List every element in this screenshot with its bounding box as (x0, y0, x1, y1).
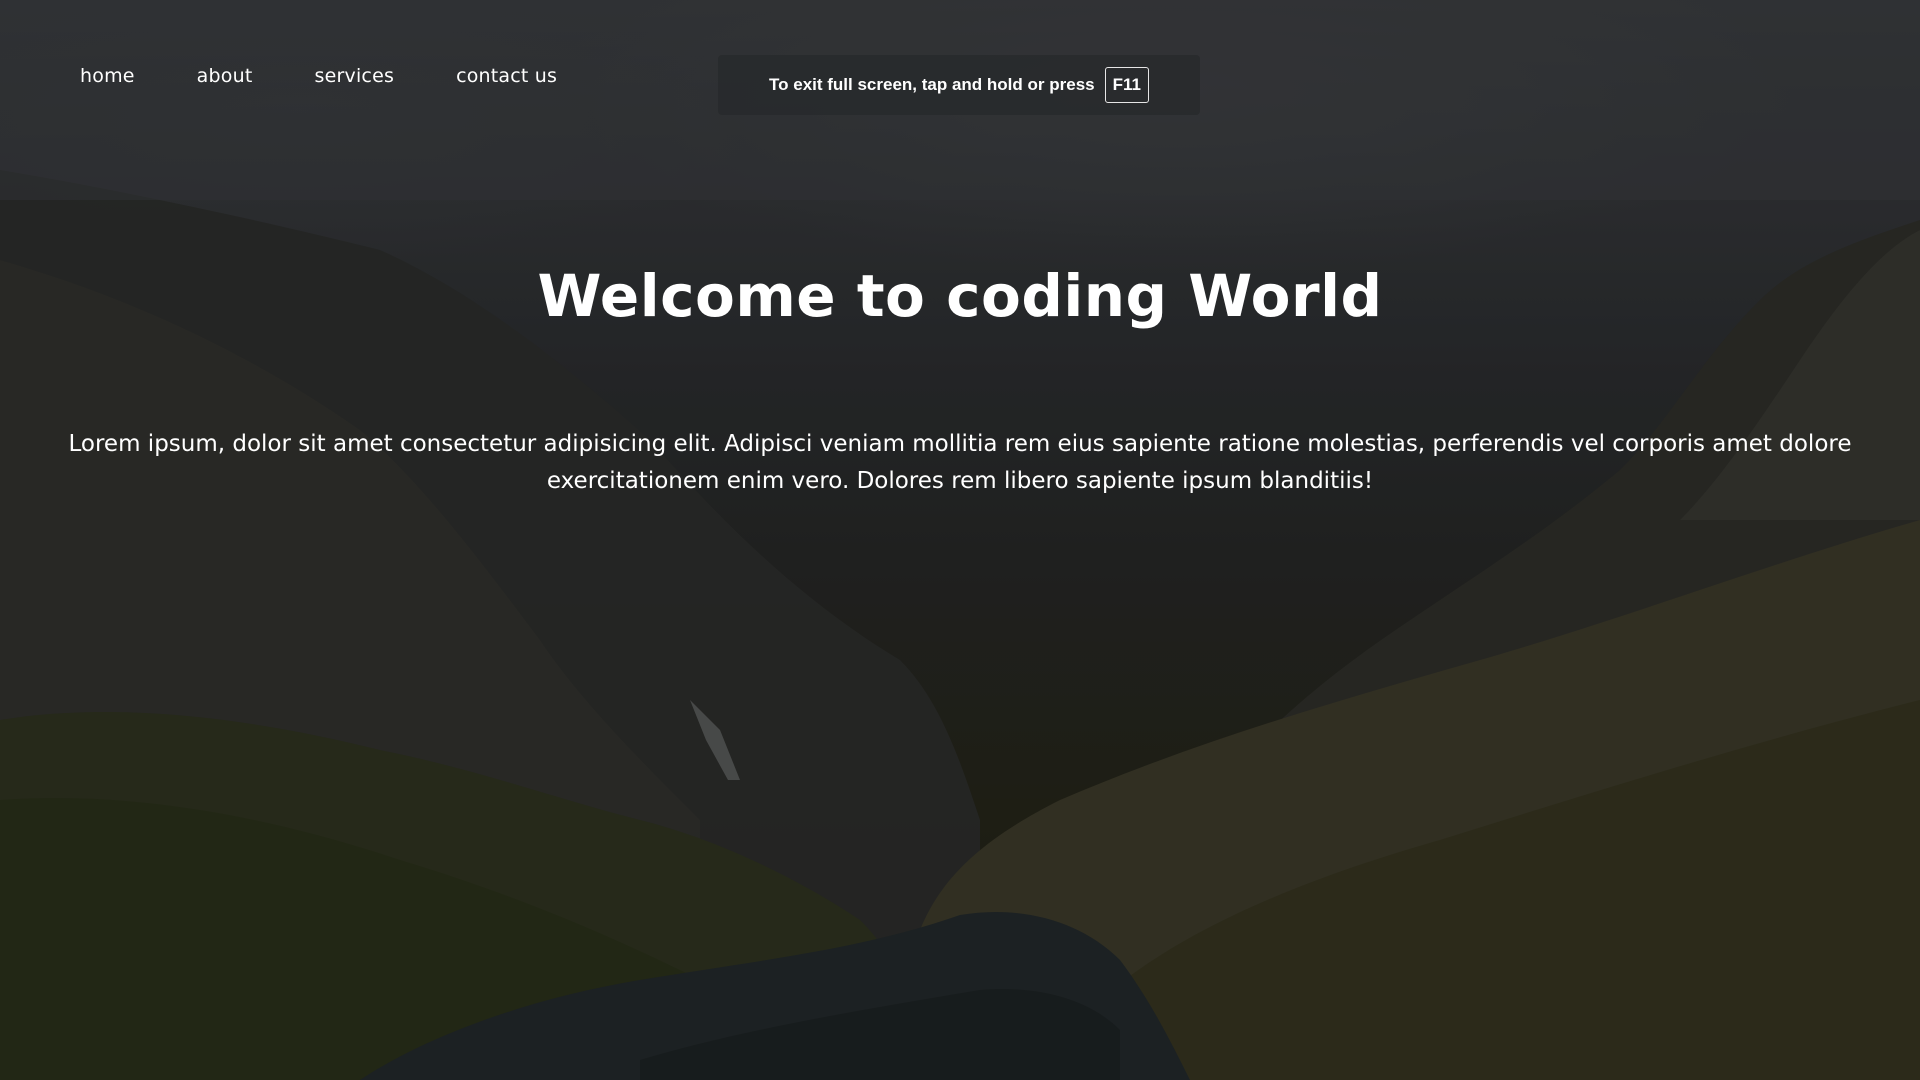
fullscreen-exit-notice: To exit full screen, tap and hold or pre… (718, 55, 1200, 115)
hero-paragraph: Lorem ipsum, dolor sit amet consectetur … (68, 431, 1852, 494)
main-navigation: home about services contact us (80, 62, 619, 90)
nav-link-contact-us[interactable]: contact us (456, 62, 557, 90)
dark-overlay (0, 0, 1920, 1080)
fullscreen-exit-text: To exit full screen, tap and hold or pre… (769, 75, 1095, 94)
f11-key-badge: F11 (1104, 67, 1149, 103)
nav-link-home[interactable]: home (80, 62, 135, 90)
nav-link-services[interactable]: services (315, 62, 395, 90)
page: home about services contact us To exit f… (0, 0, 1920, 1080)
hero-title: Welcome to coding World (537, 262, 1383, 330)
nav-link-about[interactable]: about (197, 62, 253, 90)
